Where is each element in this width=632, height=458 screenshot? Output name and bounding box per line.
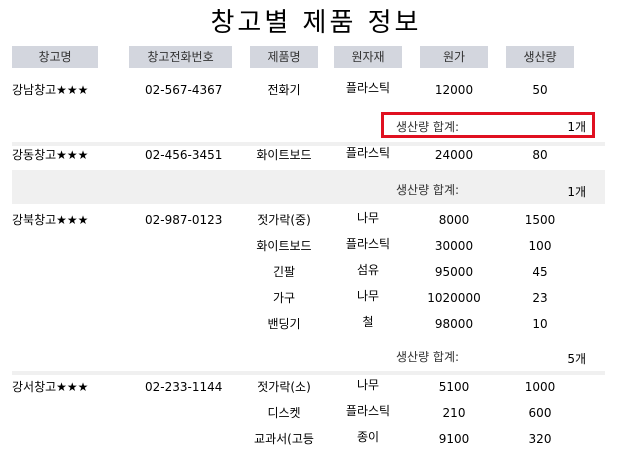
material: 나무 bbox=[356, 378, 380, 392]
header-cost: 원가 bbox=[420, 46, 488, 68]
warehouse-phone: 02-567-4367 bbox=[145, 83, 223, 97]
warehouse-phone: 02-456-3451 bbox=[145, 148, 223, 162]
sum-value: 5개 bbox=[567, 352, 586, 366]
material: 플라스틱 bbox=[345, 404, 391, 418]
warehouse-name: 강동창고★★★ bbox=[12, 148, 89, 162]
quantity: 600 bbox=[528, 406, 552, 420]
material: 철 bbox=[362, 315, 374, 329]
warehouse-name: 강북창고★★★ bbox=[12, 213, 89, 227]
product-name: 젓가락(소) bbox=[257, 380, 311, 394]
warehouse-phone: 02-233-1144 bbox=[145, 380, 223, 394]
cost: 5100 bbox=[438, 380, 470, 394]
cost: 12000 bbox=[434, 83, 474, 97]
warehouse-phone: 02-987-0123 bbox=[145, 213, 223, 227]
sum-value: 1개 bbox=[567, 185, 586, 199]
material: 플라스틱 bbox=[345, 81, 391, 95]
cost: 30000 bbox=[434, 239, 474, 253]
product-name: 긴팔 bbox=[272, 265, 296, 279]
material: 플라스틱 bbox=[345, 237, 391, 251]
highlight-box bbox=[381, 112, 595, 138]
cost: 98000 bbox=[434, 317, 474, 331]
product-name: 교과서(고등 bbox=[254, 432, 314, 446]
cost: 210 bbox=[442, 406, 466, 420]
header-material: 원자재 bbox=[334, 46, 402, 68]
header-warehouse-name: 창고명 bbox=[12, 46, 98, 68]
report-title: 창고별 제품 정보 bbox=[210, 8, 422, 38]
warehouse-name: 강남창고★★★ bbox=[12, 83, 89, 97]
sum-label: 생산량 합계: bbox=[396, 183, 460, 197]
quantity: 1000 bbox=[524, 380, 556, 394]
material: 섬유 bbox=[356, 263, 380, 277]
cost: 24000 bbox=[434, 148, 474, 162]
material: 종이 bbox=[356, 430, 380, 444]
quantity: 50 bbox=[532, 83, 548, 97]
cost: 1020000 bbox=[427, 291, 481, 305]
material: 나무 bbox=[356, 211, 380, 225]
product-name: 화이트보드 bbox=[256, 239, 312, 253]
product-name: 전화기 bbox=[267, 83, 301, 97]
header-product-name: 제품명 bbox=[250, 46, 318, 68]
warehouse-name: 강서창고★★★ bbox=[12, 380, 89, 394]
product-name: 밴딩기 bbox=[267, 317, 301, 331]
quantity: 100 bbox=[528, 239, 552, 253]
product-name: 화이트보드 bbox=[256, 148, 312, 162]
row-divider bbox=[12, 142, 605, 146]
product-name: 젓가락(중) bbox=[257, 213, 311, 227]
header-warehouse-phone: 창고전화번호 bbox=[129, 46, 232, 68]
row-divider bbox=[12, 371, 605, 375]
quantity: 80 bbox=[532, 148, 548, 162]
cost: 95000 bbox=[434, 265, 474, 279]
cost: 8000 bbox=[438, 213, 470, 227]
quantity: 1500 bbox=[524, 213, 556, 227]
header-quantity: 생산량 bbox=[506, 46, 574, 68]
quantity: 45 bbox=[532, 265, 548, 279]
quantity: 23 bbox=[532, 291, 548, 305]
summary-band bbox=[12, 170, 605, 204]
material: 플라스틱 bbox=[345, 146, 391, 160]
quantity: 320 bbox=[528, 432, 552, 446]
product-name: 디스켓 bbox=[267, 406, 301, 420]
cost: 9100 bbox=[438, 432, 470, 446]
quantity: 10 bbox=[532, 317, 548, 331]
product-name: 가구 bbox=[272, 291, 296, 305]
sum-label: 생산량 합계: bbox=[396, 350, 460, 364]
material: 나무 bbox=[356, 289, 380, 303]
